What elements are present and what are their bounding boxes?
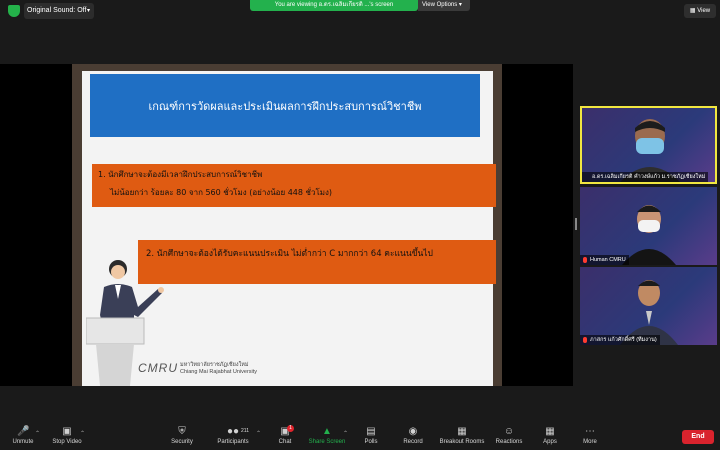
muted-microphone-icon: 🎤 bbox=[17, 426, 30, 437]
participant-name-label: Human CMRU bbox=[580, 255, 629, 265]
apps-label: Apps bbox=[543, 439, 557, 445]
slide-item-1-line2: ไม่น้อยกว่า ร้อยละ 80 จาก 560 ชั่วโมง (อ… bbox=[110, 188, 333, 197]
polls-button[interactable]: ▤ Polls bbox=[361, 426, 381, 445]
muted-mic-icon bbox=[583, 257, 587, 263]
breakout-rooms-button[interactable]: ▦ Breakout Rooms bbox=[437, 426, 487, 445]
slide-border bbox=[72, 64, 502, 71]
chevron-down-icon: ▾ bbox=[86, 8, 90, 14]
polls-label: Polls bbox=[364, 439, 378, 445]
share-screen-button[interactable]: ▲ Share Screen bbox=[307, 426, 347, 445]
university-name-thai: มหาวิทยาลัยราชภัฏเชียงใหม่ bbox=[180, 362, 249, 368]
reactions-button[interactable]: ☺ Reactions bbox=[494, 426, 524, 445]
share-screen-label: Share Screen bbox=[308, 439, 346, 445]
original-sound-label: Original Sound: Off bbox=[27, 7, 87, 14]
slide-item-2: 2. นักศึกษาจะต้องได้รับคะแนนประเมิน ไม่ต… bbox=[138, 240, 496, 284]
participant-name: ภาสกร แก้วศักดิ์ศรี (ทีมงาน) bbox=[590, 337, 657, 343]
shield-icon: ⛨ bbox=[178, 426, 186, 437]
participants-options-chevron-icon[interactable]: ⌃ bbox=[256, 430, 261, 437]
unmute-button[interactable]: 🎤 Unmute bbox=[10, 426, 36, 445]
participant-name: อ.ดร.เฉลิมเกียรติ คำวงษ์แก้ว ม.ราชภัฏเชี… bbox=[592, 174, 706, 180]
slide-title: เกณฑ์การวัดผลและประเมินผลการฝึกประสบการณ… bbox=[90, 74, 480, 137]
viewing-banner: You are viewing อ.ดร.เฉลิมเกียรติ ...'s … bbox=[250, 0, 418, 11]
participant-video-tile[interactable]: Human CMRU bbox=[580, 187, 717, 265]
stop-video-button[interactable]: ▣ Stop Video bbox=[50, 426, 84, 445]
grid-icon: ▦ bbox=[689, 8, 696, 14]
security-label: Security bbox=[171, 439, 193, 445]
view-button-label: View bbox=[697, 8, 711, 14]
breakout-rooms-icon: ▦ bbox=[457, 426, 467, 437]
unmute-label: Unmute bbox=[12, 439, 34, 445]
original-sound-toggle[interactable]: Original Sound: Off ▾ bbox=[24, 3, 94, 19]
video-options-chevron-icon[interactable]: ⌃ bbox=[80, 430, 85, 437]
more-dots-icon: ⋯ bbox=[585, 426, 595, 437]
participant-video-tile[interactable]: อ.ดร.เฉลิมเกียรติ คำวงษ์แก้ว ม.ราชภัฏเชี… bbox=[580, 106, 717, 184]
apps-icon: ▦ bbox=[545, 426, 555, 437]
panel-resize-handle[interactable] bbox=[575, 218, 577, 230]
record-button[interactable]: ◉ Record bbox=[400, 426, 426, 445]
participants-icon: ●● bbox=[227, 426, 240, 437]
slide-border bbox=[493, 64, 502, 386]
participant-name-label: อ.ดร.เฉลิมเกียรติ คำวงษ์แก้ว ม.ราชภัฏเชี… bbox=[582, 172, 709, 182]
participant-video bbox=[622, 205, 676, 265]
muted-mic-icon bbox=[583, 337, 587, 343]
chat-badge: 1 bbox=[287, 425, 294, 432]
view-options-button[interactable]: View Options ▾ bbox=[418, 0, 470, 11]
security-button[interactable]: ⛨ Security bbox=[168, 426, 196, 445]
security-shield-icon[interactable] bbox=[8, 5, 20, 17]
slide-item-1: 1. นักศึกษาจะต้องมีเวลาฝึกประสบการณ์วิชา… bbox=[92, 164, 496, 207]
participants-count: 211 bbox=[241, 428, 249, 434]
reactions-icon: ☺ bbox=[503, 426, 515, 437]
breakout-rooms-label: Breakout Rooms bbox=[439, 439, 485, 445]
participant-name-label: ภาสกร แก้วศักดิ์ศรี (ทีมงาน) bbox=[580, 335, 660, 345]
reactions-label: Reactions bbox=[495, 439, 523, 445]
participant-video-tile[interactable]: ภาสกร แก้วศักดิ์ศรี (ทีมงาน) bbox=[580, 267, 717, 345]
chat-label: Chat bbox=[278, 439, 292, 445]
audio-options-chevron-icon[interactable]: ⌃ bbox=[35, 430, 40, 437]
share-options-chevron-icon[interactable]: ⌃ bbox=[343, 430, 348, 437]
university-name-english: Chiang Mai Rajabhat University bbox=[180, 369, 258, 375]
university-name: มหาวิทยาลัยราชภัฏเชียงใหม่ Chiang Mai Ra… bbox=[180, 362, 257, 376]
video-camera-icon: ▣ bbox=[62, 426, 72, 437]
polls-icon: ▤ bbox=[366, 426, 376, 437]
record-icon: ◉ bbox=[408, 426, 418, 437]
apps-button[interactable]: ▦ Apps bbox=[540, 426, 560, 445]
participants-label: Participants bbox=[217, 439, 249, 445]
view-options-label: View Options bbox=[422, 2, 458, 8]
slide-item-1-line1: 1. นักศึกษาจะต้องมีเวลาฝึกประสบการณ์วิชา… bbox=[98, 170, 263, 179]
more-button[interactable]: ⋯ More bbox=[580, 426, 600, 445]
share-screen-icon: ▲ bbox=[322, 426, 332, 437]
meeting-toolbar bbox=[0, 423, 720, 450]
more-label: More bbox=[583, 439, 597, 445]
cmru-logo: CMRU bbox=[138, 361, 178, 375]
record-label: Record bbox=[403, 439, 423, 445]
end-meeting-button[interactable]: End bbox=[682, 430, 714, 444]
view-button[interactable]: ▦ View bbox=[684, 4, 716, 18]
stop-video-label: Stop Video bbox=[52, 439, 82, 445]
slide-border bbox=[72, 64, 82, 386]
participant-name: Human CMRU bbox=[590, 257, 626, 263]
